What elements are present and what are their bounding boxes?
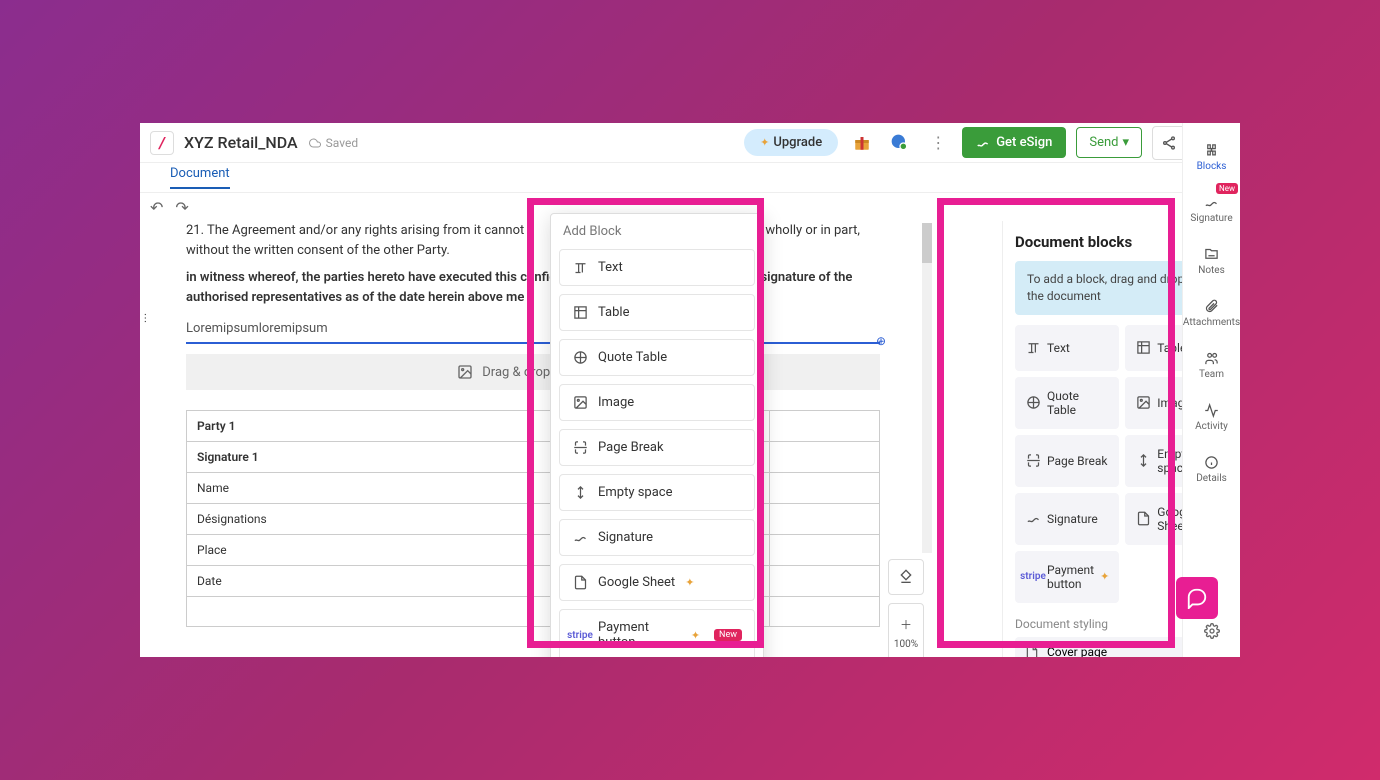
empty-space-icon — [1135, 453, 1151, 468]
document-title[interactable]: XYZ Retail_NDA — [184, 133, 298, 152]
overflow-menu-icon[interactable]: ⋮ — [924, 129, 952, 157]
paragraph-text: 21. The Agreement and/or any rights aris… — [186, 221, 880, 260]
scrollbar-thumb[interactable] — [922, 223, 932, 263]
tab-document[interactable]: Document — [170, 166, 230, 189]
block-card-stripe[interactable]: stripePayment button✦ — [1015, 551, 1119, 603]
undo-button[interactable]: ↶ — [150, 198, 163, 217]
rail-item-activity[interactable]: Activity — [1183, 391, 1240, 443]
rail-item-signature[interactable]: NewSignature — [1183, 183, 1240, 235]
document-column: 21. The Agreement and/or any rights aris… — [140, 221, 920, 657]
add-block-item-page-break[interactable]: Page Break — [559, 429, 755, 466]
quote-table-icon — [1025, 395, 1041, 410]
sparkle-icon: ✦ — [1100, 570, 1109, 583]
table-row: Party 1 — [187, 411, 880, 442]
table-icon — [572, 305, 588, 320]
share-button[interactable] — [1152, 126, 1186, 160]
scrollbar[interactable] — [922, 223, 932, 553]
get-esign-button[interactable]: Get eSign — [962, 127, 1066, 158]
add-block-item-image[interactable]: Image — [559, 384, 755, 421]
rail-item-notes[interactable]: Notes — [1183, 235, 1240, 287]
gear-icon — [1204, 623, 1220, 639]
cloud-icon — [308, 137, 322, 149]
table-row: Name — [187, 473, 880, 504]
notes-icon — [1204, 247, 1219, 262]
table-row: Signature 1 — [187, 442, 880, 473]
paperclip-icon — [1204, 299, 1219, 314]
saved-indicator: Saved — [308, 136, 358, 150]
text-input-value[interactable]: Loremipsumloremipsum — [186, 321, 880, 336]
table-row — [187, 597, 880, 627]
add-block-item-text[interactable]: Text — [559, 249, 755, 286]
add-block-item-quote-table[interactable]: Quote Table — [559, 339, 755, 376]
upgrade-button[interactable]: ✦ Upgrade — [744, 129, 838, 156]
input-underline — [186, 342, 880, 344]
document-icon — [1025, 645, 1039, 657]
zoom-in-button[interactable]: ＋ — [900, 616, 912, 633]
rail-item-blocks[interactable]: Blocks — [1183, 131, 1240, 183]
zoom-control[interactable]: ＋ 100% — [888, 603, 924, 657]
sparkle-icon: ✦ — [691, 629, 700, 642]
chevron-down-icon: ▾ — [1122, 135, 1129, 150]
paragraph-bold: in witness whereof, the parties hereto h… — [186, 268, 880, 307]
rail-item-team[interactable]: Team — [1183, 339, 1240, 391]
add-block-item-signature[interactable]: Signature — [559, 519, 755, 556]
table-row: Désignations — [187, 504, 880, 535]
redo-button[interactable]: ↷ — [175, 198, 188, 217]
stripe-icon: stripe — [1025, 571, 1041, 582]
page-break-icon — [1025, 453, 1041, 468]
table-row: Place — [187, 535, 880, 566]
document-content[interactable]: 21. The Agreement and/or any rights aris… — [146, 221, 920, 627]
add-block-item-empty-space[interactable]: Empty space — [559, 474, 755, 511]
table-icon — [1135, 340, 1151, 355]
signature-icon — [1204, 195, 1219, 210]
signature-icon — [572, 530, 588, 545]
activity-icon — [1204, 403, 1219, 418]
new-badge: New — [714, 629, 742, 641]
google-sheet-icon — [1135, 511, 1151, 526]
page-break-icon — [572, 440, 588, 455]
image-icon — [572, 395, 588, 410]
quote-table-icon — [572, 350, 588, 365]
app-window: / XYZ Retail_NDA Saved ✦ Upgrade ⋮ Get e… — [140, 123, 1240, 657]
send-button[interactable]: Send ▾ — [1076, 127, 1142, 158]
rail-item-attachments[interactable]: Attachments — [1183, 287, 1240, 339]
table-row: Date — [187, 566, 880, 597]
rail-item-details[interactable]: Details — [1183, 443, 1240, 495]
sparkle-icon: ✦ — [685, 576, 694, 589]
block-card-quote-table[interactable]: Quote Table — [1015, 377, 1119, 429]
add-block-item-google-sheet[interactable]: Google Sheet✦ — [559, 564, 755, 601]
zoom-value: 100% — [894, 639, 918, 650]
signature-table[interactable]: Party 1 Signature 1 Name Désignations Pl… — [186, 410, 880, 627]
app-logo-icon[interactable]: / — [150, 131, 174, 155]
block-card-signature[interactable]: Signature — [1015, 493, 1119, 545]
new-badge: New — [1216, 183, 1238, 194]
add-block-item-table[interactable]: Table — [559, 294, 755, 331]
stripe-icon: stripe — [572, 630, 588, 641]
signature-icon — [1025, 511, 1041, 526]
sparkle-icon: ✦ — [760, 136, 769, 149]
image-icon — [1135, 395, 1151, 410]
image-dropzone[interactable]: Drag & drop image file — [186, 354, 880, 390]
block-card-page-break[interactable]: Page Break — [1015, 435, 1119, 487]
add-block-popup: Add Block Text Table Quote Table Image Page … — [550, 213, 764, 657]
team-icon — [1204, 351, 1219, 366]
floating-controls: ＋ 100% — [888, 559, 924, 657]
gift-icon[interactable] — [848, 129, 876, 157]
empty-space-icon — [572, 485, 588, 500]
chat-fab-button[interactable] — [1176, 577, 1218, 619]
fill-color-button[interactable] — [888, 559, 924, 595]
block-card-text[interactable]: Text — [1015, 325, 1119, 371]
text-icon — [572, 260, 588, 275]
puzzle-icon — [1204, 143, 1219, 158]
topbar: / XYZ Retail_NDA Saved ✦ Upgrade ⋮ Get e… — [140, 123, 1240, 163]
tab-bar: Document — [140, 163, 1240, 193]
text-icon — [1025, 340, 1041, 355]
add-block-item-stripe[interactable]: stripePayment button✦New — [559, 609, 755, 657]
popup-title: Add Block — [559, 224, 755, 239]
user-avatar-icon[interactable] — [886, 129, 914, 157]
details-icon — [1204, 455, 1219, 470]
google-sheet-icon — [572, 575, 588, 590]
